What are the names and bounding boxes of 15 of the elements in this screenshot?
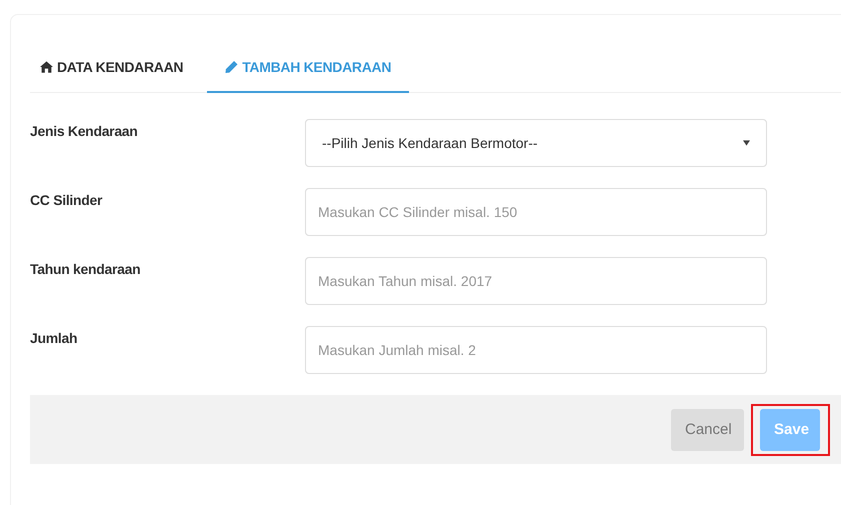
tab[interactable]: DATA KENDARAAN: [30, 43, 194, 93]
caret-icon: [743, 140, 750, 146]
input-field[interactable]: Masukan Tahun misal. 2017: [305, 257, 767, 305]
field-label: CC Silinder: [30, 191, 104, 208]
home-icon: [40, 61, 53, 73]
input-field[interactable]: Masukan Jumlah misal. 2: [305, 326, 767, 374]
input-field[interactable]: Masukan CC Silinder misal. 150: [305, 188, 767, 236]
save-button[interactable]: Save: [760, 408, 820, 450]
tab[interactable]: TAMBAH KENDARAAN: [207, 43, 410, 93]
cancel-button[interactable]: Cancel: [671, 408, 744, 450]
pencil-icon: [225, 61, 238, 73]
field-label: Jumlah: [30, 329, 78, 346]
select-field[interactable]: --Pilih Jenis Kendaraan Bermotor--: [305, 119, 767, 167]
field-label: Tahun kendaraan: [30, 260, 142, 277]
field-label: Jenis Kendaraan: [30, 122, 139, 139]
